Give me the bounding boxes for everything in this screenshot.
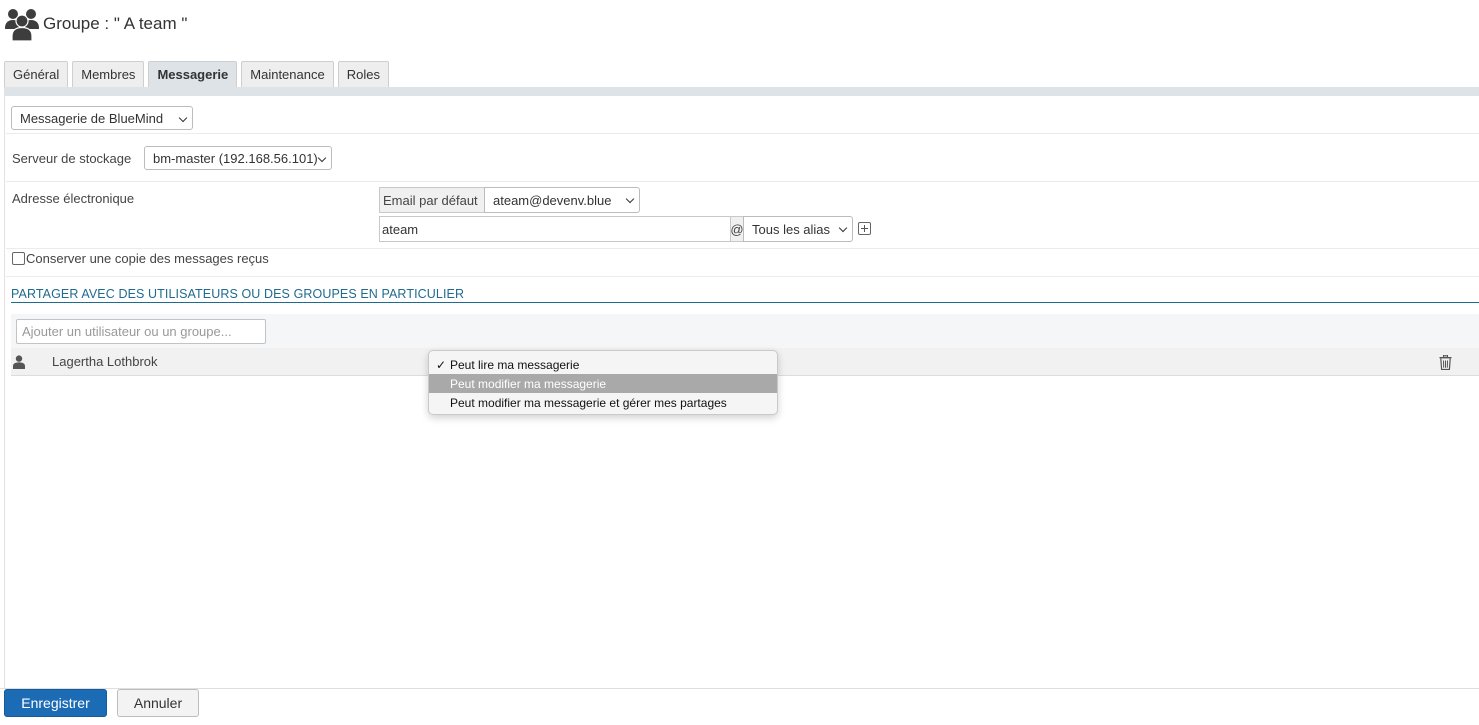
chevron-down-icon [838, 223, 848, 233]
cancel-button[interactable]: Annuler [117, 689, 199, 717]
chevron-down-icon [317, 153, 327, 163]
menu-item-label: Peut lire ma messagerie [450, 357, 580, 372]
menu-item-read[interactable]: ✓ Peut lire ma messagerie [429, 355, 777, 374]
save-button[interactable]: Enregistrer [4, 689, 107, 717]
page-header: Groupe : " A team " [4, 6, 187, 42]
group-icon [5, 9, 39, 41]
permission-dropdown-menu: ✓ Peut lire ma messagerie Peut modifier … [428, 350, 778, 415]
storage-server-select[interactable]: bm-master (192.168.56.101) [144, 146, 332, 170]
tab-membres[interactable]: Membres [72, 61, 145, 87]
email-local-part-value: ateam [382, 221, 419, 237]
tab-roles[interactable]: Roles [337, 61, 389, 87]
email-address-label: Adresse électronique [12, 191, 135, 206]
alias-domain-value: Tous les alias [752, 221, 831, 237]
default-email-addon: Email par défaut [379, 187, 485, 213]
menu-item-modify-and-share[interactable]: Peut modifier ma messagerie et gérer mes… [429, 393, 777, 412]
chevron-down-icon [625, 194, 635, 204]
divider [6, 248, 1479, 249]
tab-bar: Général Membres Messagerie Maintenance R… [4, 61, 393, 87]
trash-icon[interactable] [1439, 355, 1452, 370]
page-title: Groupe : " A team " [43, 14, 188, 33]
add-email-icon[interactable] [858, 222, 871, 235]
tab-general[interactable]: Général [4, 61, 69, 87]
sharing-section-title: PARTAGER AVEC DES UTILISATEURS OU DES GR… [11, 287, 465, 301]
alias-domain-select[interactable]: Tous les alias [743, 216, 853, 242]
divider [6, 276, 1479, 277]
checkmark-icon: ✓ [436, 357, 447, 372]
footer-bar [0, 688, 1479, 725]
section-divider [11, 302, 1479, 303]
tab-maintenance[interactable]: Maintenance [241, 61, 334, 87]
add-user-placeholder: Ajouter un utilisateur ou un groupe... [22, 324, 232, 339]
user-icon [13, 355, 25, 369]
mail-type-select[interactable]: Messagerie de BlueMind [11, 106, 193, 130]
mail-type-value: Messagerie de BlueMind [20, 110, 164, 126]
shared-user-name: Lagertha Lothbrok [52, 354, 158, 369]
at-sign-addon: @ [730, 216, 744, 242]
tab-messagerie[interactable]: Messagerie [148, 61, 238, 87]
menu-item-label: Peut modifier ma messagerie et gérer mes… [450, 395, 727, 410]
menu-item-modify[interactable]: Peut modifier ma messagerie [429, 374, 777, 393]
add-user-or-group-input[interactable]: Ajouter un utilisateur ou un groupe... [16, 319, 266, 344]
chevron-down-icon [178, 113, 188, 123]
default-email-select[interactable]: ateam@devenv.blue [484, 187, 640, 213]
divider [6, 133, 1479, 134]
storage-label: Serveur de stockage [12, 151, 132, 166]
email-local-part-input[interactable]: ateam [379, 216, 731, 242]
keep-copy-label: Conserver une copie des messages reçus [26, 251, 269, 266]
menu-item-label: Peut modifier ma messagerie [450, 376, 607, 391]
keep-copy-checkbox[interactable] [12, 252, 25, 265]
divider [6, 181, 1479, 182]
tab-content-border [4, 87, 1479, 96]
storage-server-value: bm-master (192.168.56.101) [153, 150, 318, 166]
default-email-value: ateam@devenv.blue [493, 192, 612, 208]
